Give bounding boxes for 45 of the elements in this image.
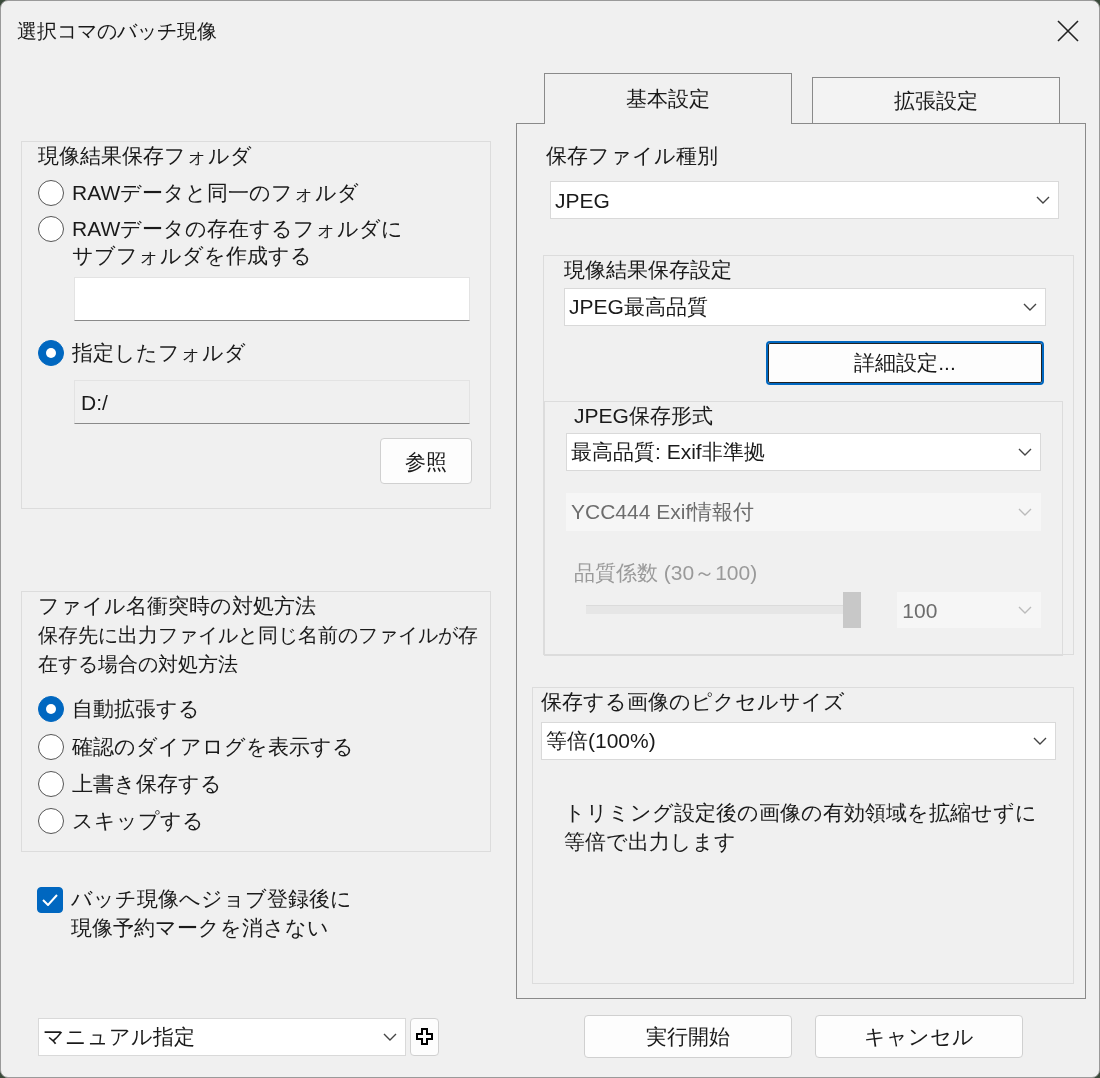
dropdown[interactable]: 等倍(100%) <box>541 721 1056 760</box>
radio-label: 確認のダイアログを表示する <box>72 733 354 760</box>
field-label: 保存ファイル種別 <box>546 143 719 169</box>
radio-label: RAWデータと同一のフォルダ <box>72 180 361 207</box>
chevron-down-icon <box>1023 302 1037 311</box>
radio-button[interactable] <box>38 733 64 760</box>
radio-button[interactable] <box>38 808 64 835</box>
tab[interactable]: 拡張設定 <box>812 77 1060 123</box>
chevron-down-icon <box>383 1032 397 1041</box>
radio-button[interactable] <box>38 696 64 723</box>
dropdown[interactable]: 最高品質: Exif非準拠 <box>566 432 1041 471</box>
radio-button[interactable] <box>38 770 64 797</box>
radio-label: スキップする <box>72 808 204 835</box>
folder-path-field[interactable]: D:/ <box>74 380 470 425</box>
chevron-down-icon <box>1036 196 1050 205</box>
field-label: 品質係数 (30～100) <box>574 559 759 586</box>
radio-button[interactable] <box>38 180 64 207</box>
radio-label: 指定したフォルダ <box>72 340 247 367</box>
radio-button[interactable] <box>38 340 64 367</box>
dialog-button[interactable]: 実行開始 <box>584 1015 792 1058</box>
check-icon <box>42 894 58 906</box>
checkbox-label: バッチ現像へジョブ登録後に現像予約マークを消さない <box>71 886 353 941</box>
close-icon <box>1057 20 1079 42</box>
description-text: トリミング設定後の画像の有効領域を拡縮せずに等倍で出力します <box>564 799 1038 855</box>
tab[interactable]: 基本設定 <box>544 73 792 124</box>
detail-settings-button[interactable]: 詳細設定... <box>766 340 1044 385</box>
radio-label: 自動拡張する <box>72 696 200 723</box>
radio-label: RAWデータの存在するフォルダにサブフォルダを作成する <box>72 215 405 269</box>
chevron-down-icon <box>1018 606 1032 615</box>
plus-icon <box>416 1028 433 1045</box>
dropdown[interactable]: マニュアル指定 <box>38 1017 406 1056</box>
radio-button[interactable] <box>38 215 64 242</box>
text-field[interactable] <box>74 277 470 322</box>
radio-label: 上書き保存する <box>72 770 222 797</box>
add-button[interactable] <box>410 1017 439 1056</box>
description-text: 保存先に出力ファイルと同じ名前のファイルが存在する場合の対処方法 <box>38 623 478 678</box>
window-title: 選択コマのバッチ現像 <box>17 19 217 44</box>
checkbox[interactable] <box>37 887 63 913</box>
browse-button[interactable]: 参照 <box>380 438 472 485</box>
dropdown[interactable]: JPEG <box>550 181 1059 220</box>
chevron-down-icon <box>1018 507 1032 516</box>
dropdown[interactable]: JPEG最高品質 <box>564 287 1046 326</box>
chevron-down-icon <box>1018 447 1032 456</box>
dialog-button[interactable]: キャンセル <box>815 1015 1023 1058</box>
chevron-down-icon <box>1033 736 1047 745</box>
